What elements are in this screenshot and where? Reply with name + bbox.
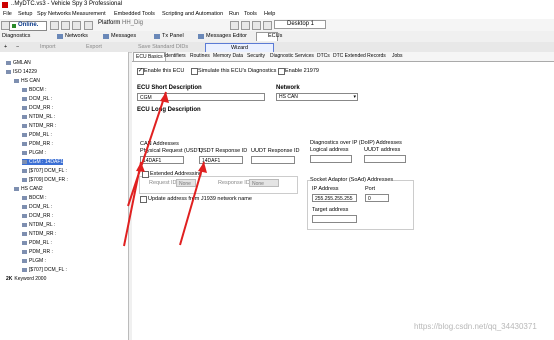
arrow-heads bbox=[136, 92, 207, 173]
annotation-arrows bbox=[123, 91, 207, 247]
arrow-short-desc bbox=[127, 91, 167, 207]
arrow-usdt-resp bbox=[179, 161, 205, 246]
arrow-phys-req bbox=[123, 161, 142, 247]
red-arrows bbox=[123, 91, 205, 247]
watermark: https://blog.csdn.net/qq_34430371 bbox=[414, 322, 537, 331]
arrow-head bbox=[136, 162, 145, 172]
